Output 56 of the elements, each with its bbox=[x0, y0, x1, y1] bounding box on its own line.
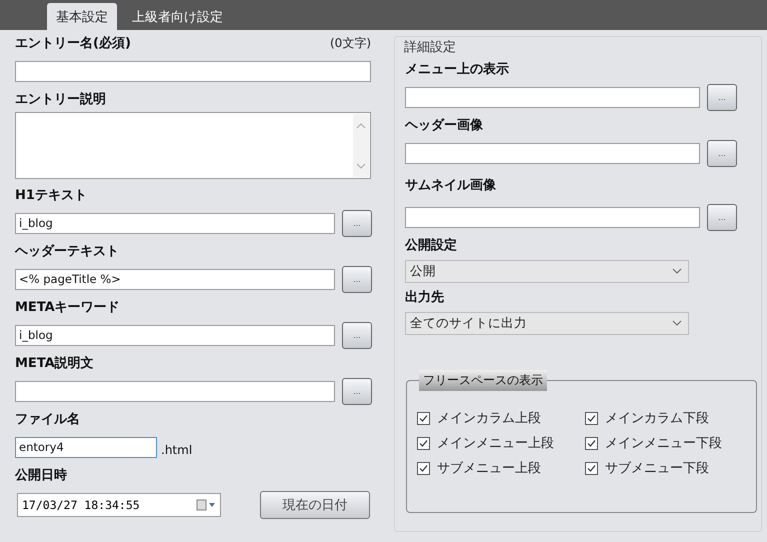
browse-button[interactable]: ... bbox=[707, 140, 737, 166]
checkbox[interactable]: サブメニュー下段 bbox=[585, 459, 755, 477]
browse-button[interactable]: ... bbox=[342, 378, 372, 404]
checkbox[interactable]: メインメニュー上段 bbox=[417, 434, 585, 452]
field-label: 公開設定 bbox=[405, 236, 457, 254]
field-label: ヘッダーテキスト bbox=[15, 243, 119, 260]
field-label: エントリー説明 bbox=[15, 91, 106, 108]
browse-button[interactable]: ... bbox=[342, 322, 372, 348]
checkbox-box[interactable] bbox=[417, 436, 430, 450]
field-label: METAキーワード bbox=[15, 299, 120, 316]
field-label: 公開日時 bbox=[15, 467, 67, 484]
field-label: META説明文 bbox=[15, 354, 94, 372]
text-field[interactable] bbox=[15, 60, 371, 82]
chevron-down-icon bbox=[672, 320, 682, 326]
tab[interactable]: 基本設定 bbox=[47, 3, 117, 30]
text-field[interactable] bbox=[15, 380, 335, 402]
browse-button[interactable]: ... bbox=[342, 266, 372, 292]
file-name-field[interactable]: entory4 bbox=[15, 436, 157, 458]
browse-button[interactable]: ... bbox=[707, 84, 737, 110]
checkbox-box[interactable] bbox=[417, 412, 430, 424]
group-title: 詳細設定 bbox=[404, 39, 457, 56]
checkbox-box[interactable] bbox=[585, 412, 598, 424]
field-label: 出力先 bbox=[405, 289, 444, 306]
text-field[interactable]: <% pageTitle %> bbox=[15, 268, 335, 290]
dropdown[interactable]: 公開 bbox=[405, 260, 689, 282]
browse-button[interactable]: ... bbox=[707, 204, 737, 230]
text-field[interactable] bbox=[405, 142, 700, 164]
calendar-dropdown-icon[interactable] bbox=[196, 499, 216, 511]
character-count: (0文字) bbox=[330, 34, 371, 52]
checkbox[interactable]: サブメニュー上段 bbox=[417, 459, 585, 477]
text-area[interactable] bbox=[15, 112, 371, 179]
field-label: メニュー上の表示 bbox=[405, 61, 509, 78]
text-field[interactable]: i_blog bbox=[15, 212, 335, 234]
checkbox-box[interactable] bbox=[585, 462, 598, 474]
field-label: ファイル名 bbox=[15, 411, 80, 428]
text-field[interactable]: i_blog bbox=[15, 324, 335, 346]
group-title: フリースペースの表示 bbox=[419, 370, 547, 391]
checkbox-box[interactable] bbox=[585, 436, 598, 450]
text-field[interactable] bbox=[405, 206, 700, 228]
field-label: エントリー名(必須) bbox=[15, 34, 131, 52]
checkbox-box[interactable] bbox=[417, 462, 430, 474]
file-extension: .html bbox=[161, 442, 192, 457]
scrollbar-arrows-icon bbox=[353, 114, 369, 177]
checkbox[interactable]: メインカラム下段 bbox=[585, 409, 755, 427]
current-date-button[interactable]: 現在の日付 bbox=[260, 491, 370, 519]
text-field[interactable] bbox=[405, 86, 700, 108]
chevron-down-icon bbox=[672, 268, 682, 274]
field-label: サムネイル画像 bbox=[405, 177, 496, 194]
date-time-field[interactable]: 17/03/27 18:34:55 bbox=[17, 493, 221, 517]
field-label: H1テキスト bbox=[15, 187, 87, 204]
field-label: ヘッダー画像 bbox=[405, 117, 483, 134]
browse-button[interactable]: ... bbox=[342, 210, 372, 236]
checkbox[interactable]: メインカラム上段 bbox=[417, 409, 585, 427]
tab[interactable]: 上級者向け設定 bbox=[123, 4, 232, 30]
checkbox[interactable]: メインメニュー下段 bbox=[585, 434, 755, 452]
dropdown[interactable]: 全てのサイトに出力 bbox=[405, 312, 689, 334]
